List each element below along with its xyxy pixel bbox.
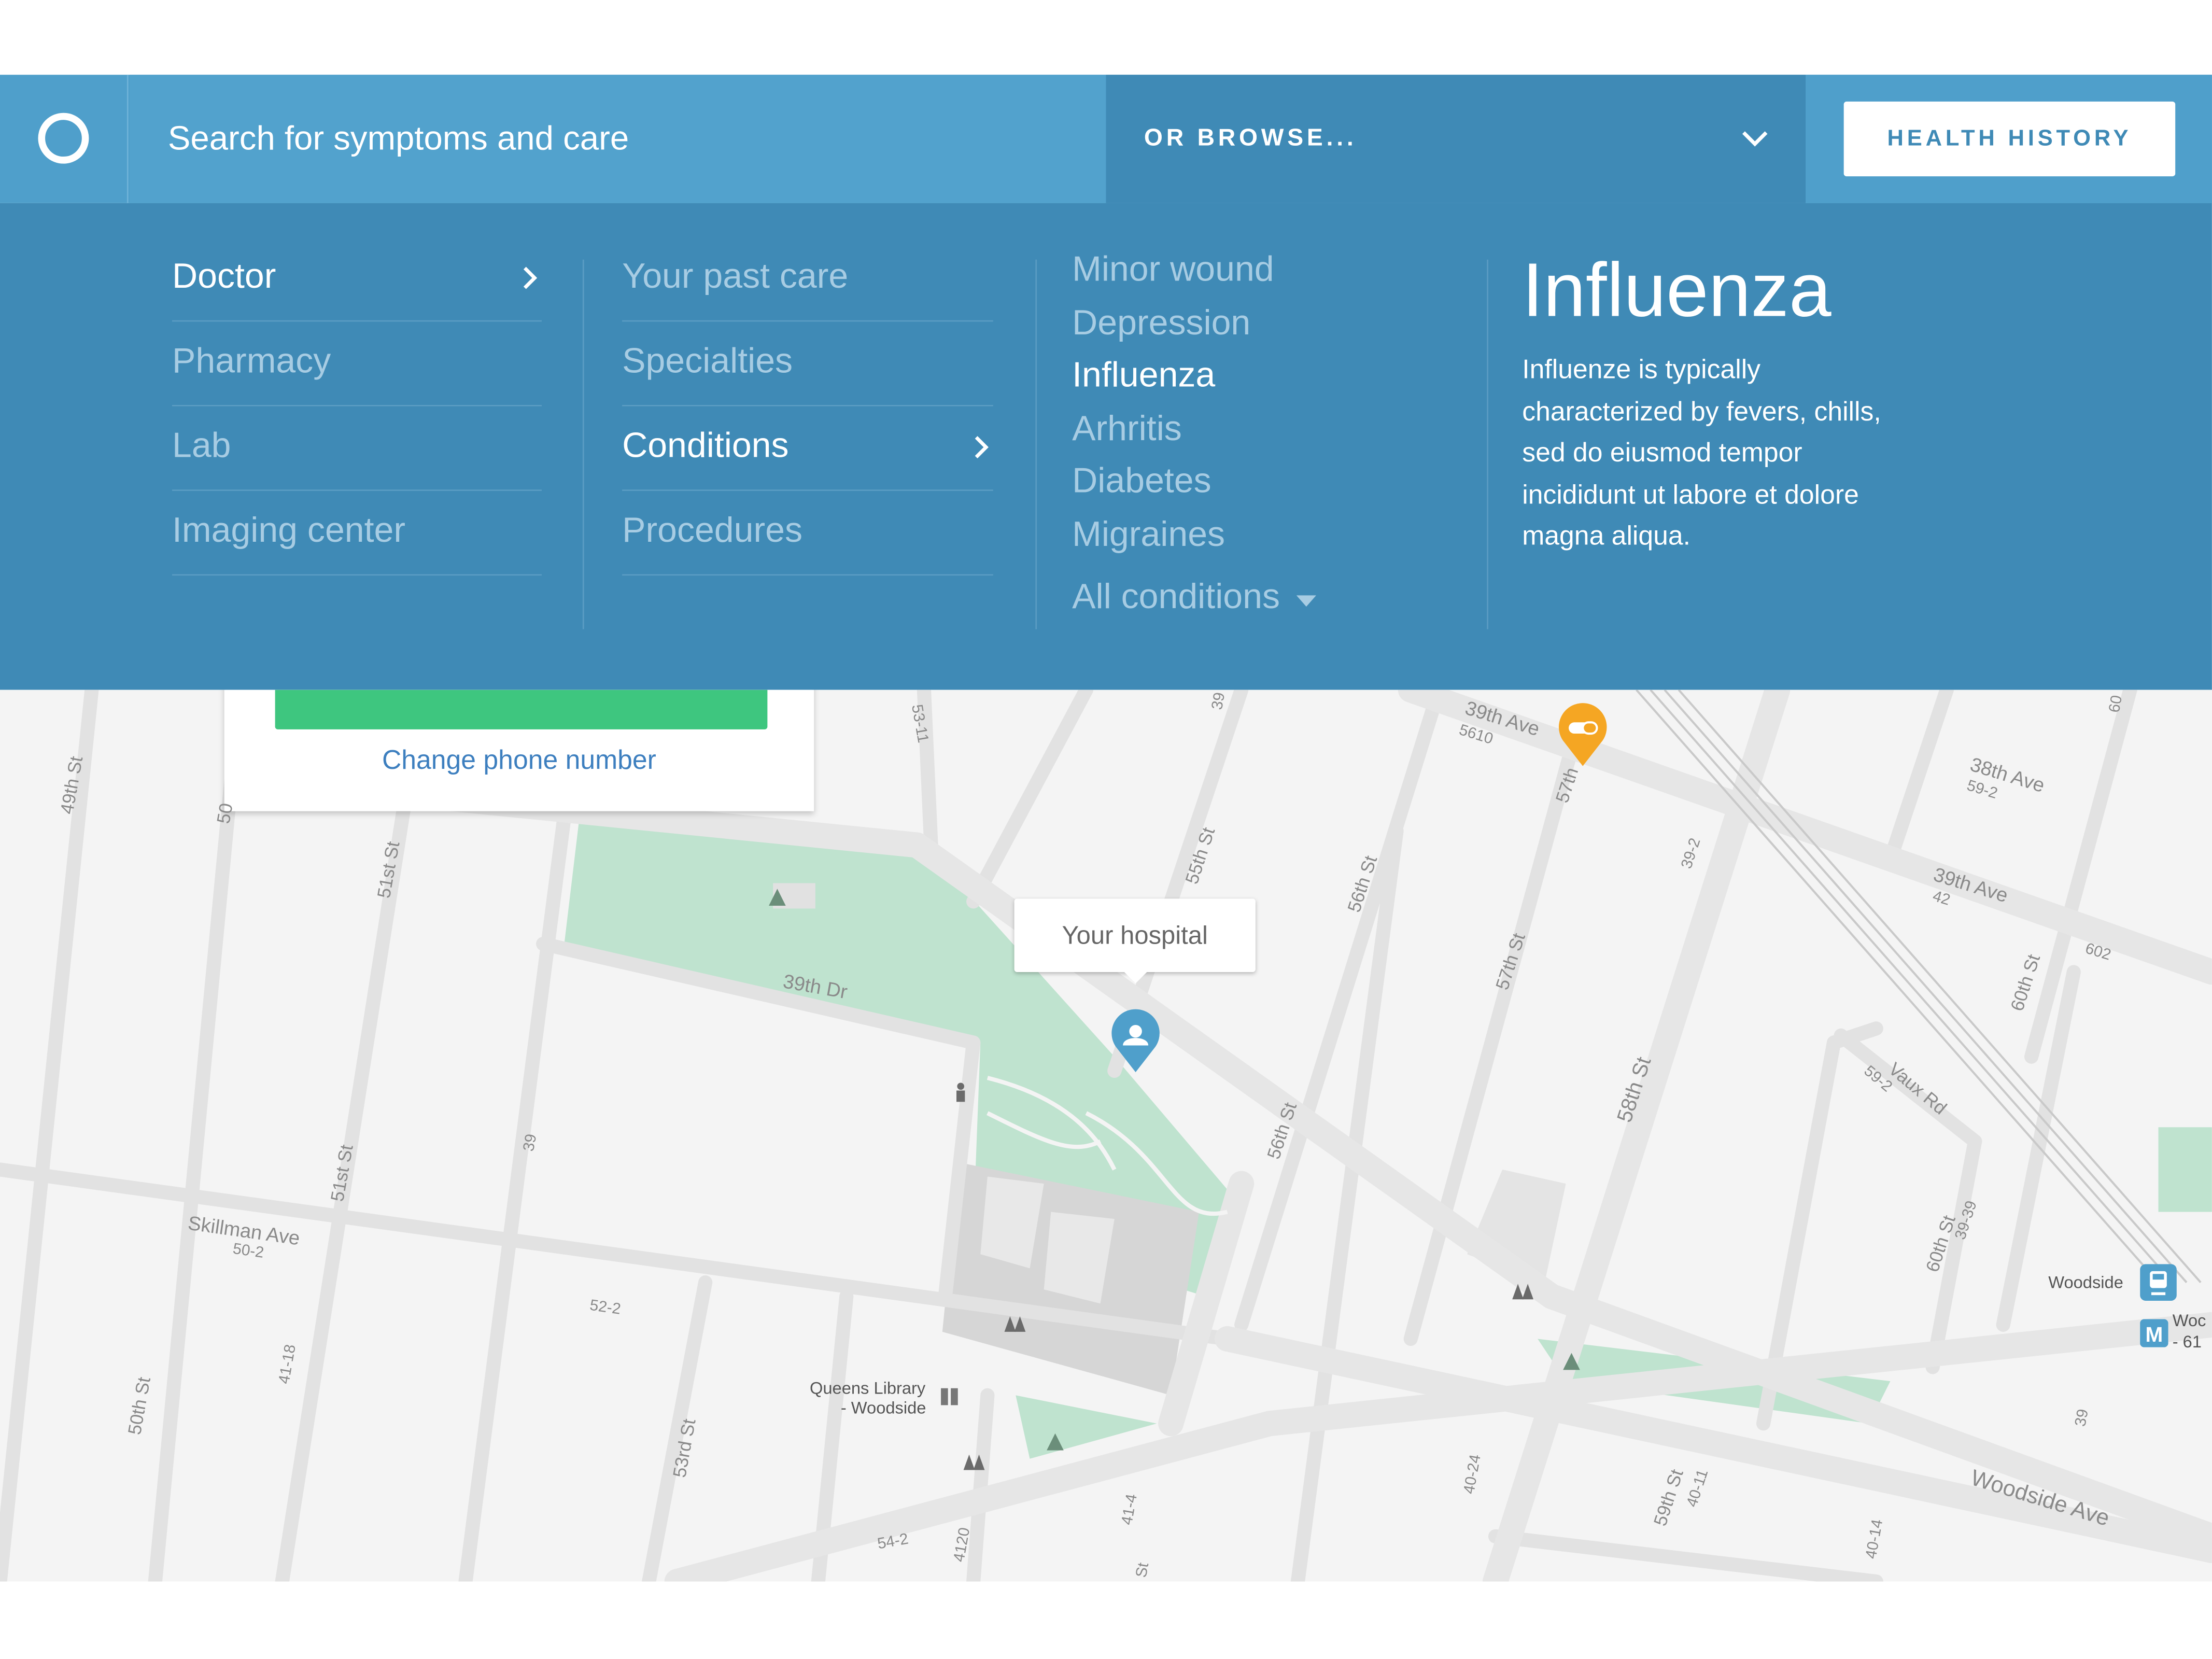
menu-item-label: Lab bbox=[172, 426, 231, 466]
column-divider bbox=[582, 259, 584, 629]
menu-item-conditions[interactable]: Conditions bbox=[622, 406, 993, 491]
top-bar: OR BROWSE... HEALTH HISTORY bbox=[0, 75, 2212, 203]
poi-label: - 61 bbox=[2172, 1331, 2202, 1352]
menu-item-label: Pharmacy bbox=[172, 341, 331, 381]
menu-item-label: Your past care bbox=[622, 257, 849, 297]
condition-detail: Influenza Influenze is typically charact… bbox=[1522, 248, 1917, 558]
svg-text:M: M bbox=[2145, 1323, 2163, 1346]
menu-item-label: Imaging center bbox=[172, 511, 406, 551]
column-divider bbox=[1487, 259, 1488, 629]
column-divider bbox=[1035, 259, 1037, 629]
condition-item[interactable]: Minor wound bbox=[1072, 250, 1439, 303]
menu-item-past-care[interactable]: Your past care bbox=[622, 237, 993, 322]
change-phone-link[interactable]: Change phone number bbox=[224, 747, 814, 778]
picnic-icon bbox=[1512, 1284, 1533, 1300]
chevron-right-icon bbox=[975, 436, 989, 459]
picnic-icon bbox=[1004, 1316, 1026, 1332]
map-canvas bbox=[0, 690, 2212, 1582]
condition-item-selected[interactable]: Influenza bbox=[1072, 356, 1439, 409]
map-view[interactable]: Change phone number Your hospital M 49th… bbox=[0, 690, 2212, 1582]
menu-item-label: Specialties bbox=[622, 341, 793, 381]
condition-item[interactable]: Diabetes bbox=[1072, 461, 1439, 514]
subway-icon[interactable]: M bbox=[2140, 1319, 2168, 1347]
menu-item-label: Conditions bbox=[622, 426, 789, 466]
ring-logo-icon bbox=[38, 113, 89, 164]
chevron-down-icon bbox=[1742, 131, 1768, 147]
menu-column-doctor-options: Your past care Specialties Conditions Pr… bbox=[622, 237, 993, 576]
menu-item-lab[interactable]: Lab bbox=[172, 406, 542, 491]
menu-item-procedures[interactable]: Procedures bbox=[622, 491, 993, 576]
pill-pin-icon[interactable] bbox=[1555, 701, 1611, 769]
park-tree-icon bbox=[1047, 1433, 1064, 1451]
poi-label: Woodside bbox=[2048, 1272, 2123, 1292]
header-actions: HEALTH HISTORY bbox=[1806, 75, 2212, 203]
caret-down-icon bbox=[1297, 595, 1317, 607]
library-icon bbox=[941, 1388, 958, 1405]
browse-dropdown[interactable]: OR BROWSE... bbox=[1106, 75, 1806, 203]
train-station-icon[interactable] bbox=[2140, 1264, 2177, 1301]
call-me-button[interactable] bbox=[275, 690, 768, 729]
menu-item-label: Procedures bbox=[622, 511, 803, 551]
browse-menu: Doctor Pharmacy Lab Imaging center Your … bbox=[0, 203, 2212, 690]
conditions-list: Minor wound Depression Influenza Arhriti… bbox=[1072, 250, 1439, 624]
poi-label: Queens Library bbox=[809, 1378, 926, 1398]
condition-item[interactable]: Migraines bbox=[1072, 514, 1439, 567]
address-label: 39 bbox=[520, 1132, 541, 1153]
poi-label: Woc bbox=[2172, 1311, 2206, 1331]
health-history-button[interactable]: HEALTH HISTORY bbox=[1843, 101, 2176, 177]
person-pin-icon[interactable] bbox=[1107, 1007, 1164, 1075]
street-label: St bbox=[1133, 1561, 1153, 1579]
menu-item-imaging-center[interactable]: Imaging center bbox=[172, 491, 542, 576]
playground-icon bbox=[956, 1082, 965, 1102]
search-input[interactable] bbox=[130, 75, 1106, 203]
park-tree-icon bbox=[769, 889, 786, 906]
condition-description: Influenze is typically characterized by … bbox=[1522, 355, 1881, 552]
street-label: 50 bbox=[212, 801, 237, 825]
menu-item-specialties[interactable]: Specialties bbox=[622, 321, 993, 406]
call-card: Change phone number bbox=[224, 690, 814, 811]
chevron-right-icon bbox=[523, 266, 538, 289]
all-conditions-label: All conditions bbox=[1072, 577, 1280, 617]
address-label: 60 bbox=[2106, 694, 2126, 714]
menu-item-pharmacy[interactable]: Pharmacy bbox=[172, 321, 542, 406]
menu-item-label: Doctor bbox=[172, 257, 276, 297]
hospital-tooltip: Your hospital bbox=[1014, 898, 1256, 983]
browse-label: OR BROWSE... bbox=[1144, 124, 1357, 151]
menu-column-care-type: Doctor Pharmacy Lab Imaging center bbox=[172, 237, 542, 576]
condition-item[interactable]: Arhritis bbox=[1072, 409, 1439, 461]
picnic-icon bbox=[963, 1454, 985, 1470]
park-tree-icon bbox=[1563, 1353, 1580, 1370]
all-conditions-toggle[interactable]: All conditions bbox=[1072, 571, 1439, 624]
condition-title: Influenza bbox=[1522, 248, 1831, 333]
menu-item-doctor[interactable]: Doctor bbox=[172, 237, 542, 322]
app-window: OR BROWSE... HEALTH HISTORY Doctor Pharm… bbox=[0, 0, 2212, 1651]
logo[interactable] bbox=[0, 75, 129, 203]
address-label: 39 bbox=[2072, 1408, 2092, 1428]
condition-item[interactable]: Depression bbox=[1072, 303, 1439, 356]
address-label: 39 bbox=[1209, 691, 1229, 711]
poi-label: - Woodside bbox=[840, 1398, 926, 1418]
